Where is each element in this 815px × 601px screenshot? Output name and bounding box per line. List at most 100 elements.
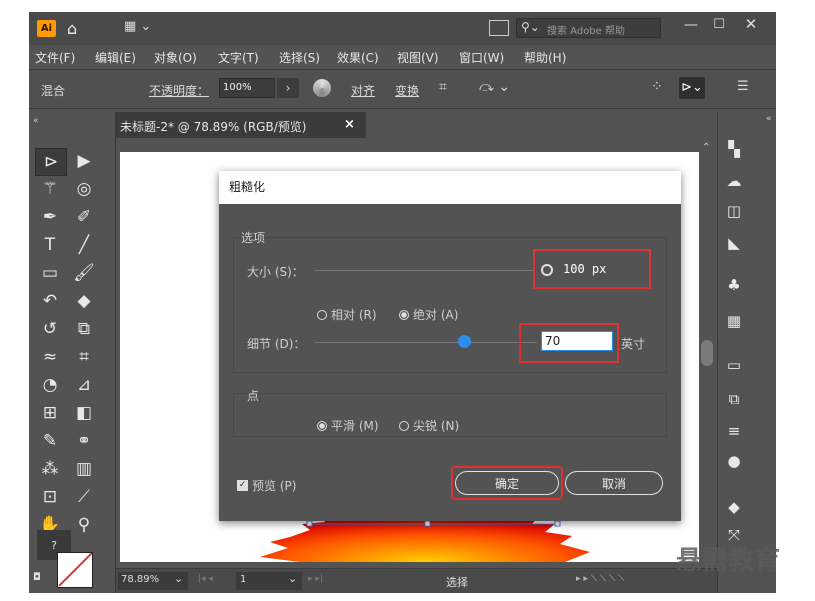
gradient-panel-icon[interactable]: ▭ bbox=[718, 352, 750, 378]
minimize-button[interactable]: — bbox=[679, 17, 703, 37]
free-transform-tool-icon[interactable]: ⌗ bbox=[69, 344, 99, 370]
smooth-radio[interactable]: 平滑 (M) bbox=[317, 415, 379, 434]
arrange-documents-icon[interactable] bbox=[489, 20, 509, 36]
relative-radio-icon bbox=[317, 309, 327, 320]
smooth-label: 平滑 (M) bbox=[331, 419, 379, 433]
rotate-tool-icon[interactable]: ↺ bbox=[35, 316, 65, 342]
pen-tool-icon[interactable]: ✒ bbox=[35, 204, 65, 230]
relative-radio[interactable]: 相对 (R) bbox=[317, 304, 377, 323]
puppet-warp-icon[interactable]: ⤼ ⌄ bbox=[479, 79, 510, 95]
menu-type[interactable]: 文字(T) bbox=[218, 49, 259, 66]
scale-tool-icon[interactable]: ⧉ bbox=[69, 316, 99, 342]
swatches-panel-icon[interactable]: ▦ bbox=[718, 308, 750, 334]
direct-selection-tool-icon[interactable]: ▶ bbox=[69, 148, 99, 174]
maximize-button[interactable]: ☐ bbox=[707, 17, 731, 37]
mesh-tool-icon[interactable]: ⊞ bbox=[35, 400, 65, 426]
blend-mode-label[interactable]: 混合 bbox=[41, 82, 65, 99]
line-tool-icon[interactable]: ╱ bbox=[69, 232, 99, 258]
menu-select[interactable]: 选择(S) bbox=[279, 49, 320, 66]
libraries-panel-icon[interactable]: ☁ bbox=[718, 168, 750, 194]
opacity-expand-button[interactable]: › bbox=[277, 78, 299, 98]
first-artboard-icon[interactable]: |◂ ◂ bbox=[198, 574, 213, 584]
corner-radio[interactable]: 尖锐 (N) bbox=[399, 415, 459, 434]
shape-builder-tool-icon[interactable]: ◔ bbox=[35, 372, 65, 398]
asset-export-icon[interactable]: ◣ bbox=[718, 230, 750, 256]
vertical-scrollbar[interactable]: ⌃ bbox=[699, 140, 715, 568]
type-tool-icon[interactable]: T bbox=[35, 232, 65, 258]
opacity-value: 100% bbox=[223, 82, 252, 93]
search-box[interactable]: ⚲⌄ 搜索 Adobe 帮助 bbox=[516, 18, 661, 38]
roughen-dialog: 粗糙化 选项 大小 (S)： 100 px 相对 (R) 绝对 (A) 细节 (… bbox=[219, 171, 681, 521]
eyedropper-tool-icon[interactable]: ✎ bbox=[35, 428, 65, 454]
zoom-tool-icon[interactable]: ⚲ bbox=[69, 512, 99, 538]
size-highlight-box bbox=[533, 249, 651, 289]
title-bar: Ai ⌂ ▦ ⌄ ⚲⌄ 搜索 Adobe 帮助 — ☐ ✕ bbox=[29, 12, 776, 45]
lasso-tool-icon[interactable]: ◎ bbox=[69, 176, 99, 202]
artboard-dropdown-icon[interactable]: ⌄ bbox=[288, 572, 297, 585]
width-tool-icon[interactable]: ≈ bbox=[35, 344, 65, 370]
panel-toggle-icon[interactable]: ⊳⌄ bbox=[679, 77, 705, 99]
symbol-sprayer-tool-icon[interactable]: ⁂ bbox=[35, 456, 65, 482]
slice-tool-icon[interactable]: ⟋ bbox=[69, 484, 99, 510]
appearance-panel-icon[interactable]: ◆ bbox=[718, 494, 750, 520]
opacity-input[interactable]: 100% bbox=[219, 78, 275, 98]
menu-help[interactable]: 帮助(H) bbox=[524, 49, 566, 66]
next-artboard-icon[interactable]: ▸ ▸| bbox=[308, 574, 323, 584]
layers-panel-icon[interactable]: ◫ bbox=[718, 198, 750, 224]
rectangle-tool-icon[interactable]: ▭ bbox=[35, 260, 65, 286]
transform-link[interactable]: 变换 bbox=[395, 82, 419, 99]
absolute-radio-icon bbox=[399, 309, 409, 320]
menu-effect[interactable]: 效果(C) bbox=[337, 49, 379, 66]
blend-tool-icon[interactable]: ⚭ bbox=[69, 428, 99, 454]
document-tab[interactable]: 未标题-2* @ 78.89% (RGB/预览) × bbox=[116, 112, 366, 138]
detail-slider-track[interactable] bbox=[315, 342, 537, 343]
scroll-thumb[interactable] bbox=[701, 340, 713, 366]
selection-tool-icon[interactable]: ⊳ bbox=[35, 148, 67, 176]
menu-window[interactable]: 窗口(W) bbox=[459, 49, 504, 66]
transparency-panel-icon[interactable]: ● bbox=[718, 448, 750, 474]
menu-object[interactable]: 对象(O) bbox=[154, 49, 197, 66]
close-window-button[interactable]: ✕ bbox=[737, 15, 765, 37]
eraser-tool-icon[interactable]: ◆ bbox=[69, 288, 99, 314]
transform-panel-icon[interactable]: ⧉ bbox=[718, 386, 750, 412]
menu-view[interactable]: 视图(V) bbox=[397, 49, 439, 66]
align-link[interactable]: 对齐 bbox=[351, 82, 375, 99]
detail-slider-handle[interactable] bbox=[458, 335, 471, 348]
symbols-panel-icon[interactable]: ♣ bbox=[718, 272, 750, 298]
artboard-number-field[interactable]: 1 ⌄ bbox=[236, 572, 302, 590]
isolate-icon[interactable]: ⌗ bbox=[439, 79, 447, 95]
scroll-up-icon[interactable]: ⌃ bbox=[702, 142, 710, 153]
perspective-grid-tool-icon[interactable]: ⊿ bbox=[69, 372, 99, 398]
cancel-button-label: 取消 bbox=[601, 476, 626, 491]
cancel-button[interactable]: 取消 bbox=[565, 471, 663, 495]
stroke-panel-icon[interactable]: ≡ bbox=[718, 418, 750, 444]
shaper-tool-icon[interactable]: ↶ bbox=[35, 288, 65, 314]
column-graph-tool-icon[interactable]: ▥ bbox=[69, 456, 99, 482]
workspace-switcher-icon[interactable]: ▦ ⌄ bbox=[124, 19, 151, 34]
properties-panel-icon[interactable]: ▚ bbox=[718, 136, 750, 162]
fill-swatch-icon[interactable] bbox=[57, 552, 93, 588]
paintbrush-tool-icon[interactable]: 🖌 bbox=[69, 260, 99, 286]
home-icon[interactable]: ⌂ bbox=[67, 19, 77, 38]
zoom-field[interactable]: 78.89% ⌄ bbox=[118, 572, 188, 590]
search-icon: ⚲⌄ bbox=[521, 20, 540, 34]
collapse-panel-icon[interactable]: « bbox=[33, 116, 39, 126]
expand-panels-icon[interactable]: « bbox=[766, 114, 772, 124]
artboard-tool-icon[interactable]: ⊡ bbox=[35, 484, 65, 510]
menu-edit[interactable]: 编辑(E) bbox=[95, 49, 136, 66]
document-tab-close-button[interactable]: × bbox=[344, 117, 355, 132]
absolute-radio[interactable]: 绝对 (A) bbox=[399, 304, 458, 323]
default-colors-icon[interactable]: ◘ bbox=[33, 572, 41, 583]
tools-panel: « ⊳ ▶ ⚚ ◎ ✒ ✐ T ╱ ▭ 🖌 ↶ ◆ ↺ ⧉ ≈ ⌗ ◔ ⊿ ⊞ … bbox=[29, 112, 116, 593]
preview-checkbox[interactable]: ✓ 预览 (P) bbox=[237, 475, 296, 494]
magic-wand-icon[interactable]: ⚚ bbox=[35, 176, 65, 202]
recolor-icon[interactable] bbox=[313, 79, 331, 97]
status-arrows-icon[interactable]: ▸ ▸ ⟍ ⟍ ⟍ ⟍ bbox=[576, 574, 625, 584]
menu-list-icon[interactable]: ☰ bbox=[737, 79, 749, 94]
arrange-grid-icon[interactable]: ⁘ bbox=[651, 79, 663, 95]
zoom-dropdown-icon[interactable]: ⌄ bbox=[174, 572, 183, 585]
curvature-tool-icon[interactable]: ✐ bbox=[69, 204, 99, 230]
menu-file[interactable]: 文件(F) bbox=[35, 49, 75, 66]
gradient-tool-icon[interactable]: ◧ bbox=[69, 400, 99, 426]
size-slider-track[interactable] bbox=[315, 270, 535, 271]
